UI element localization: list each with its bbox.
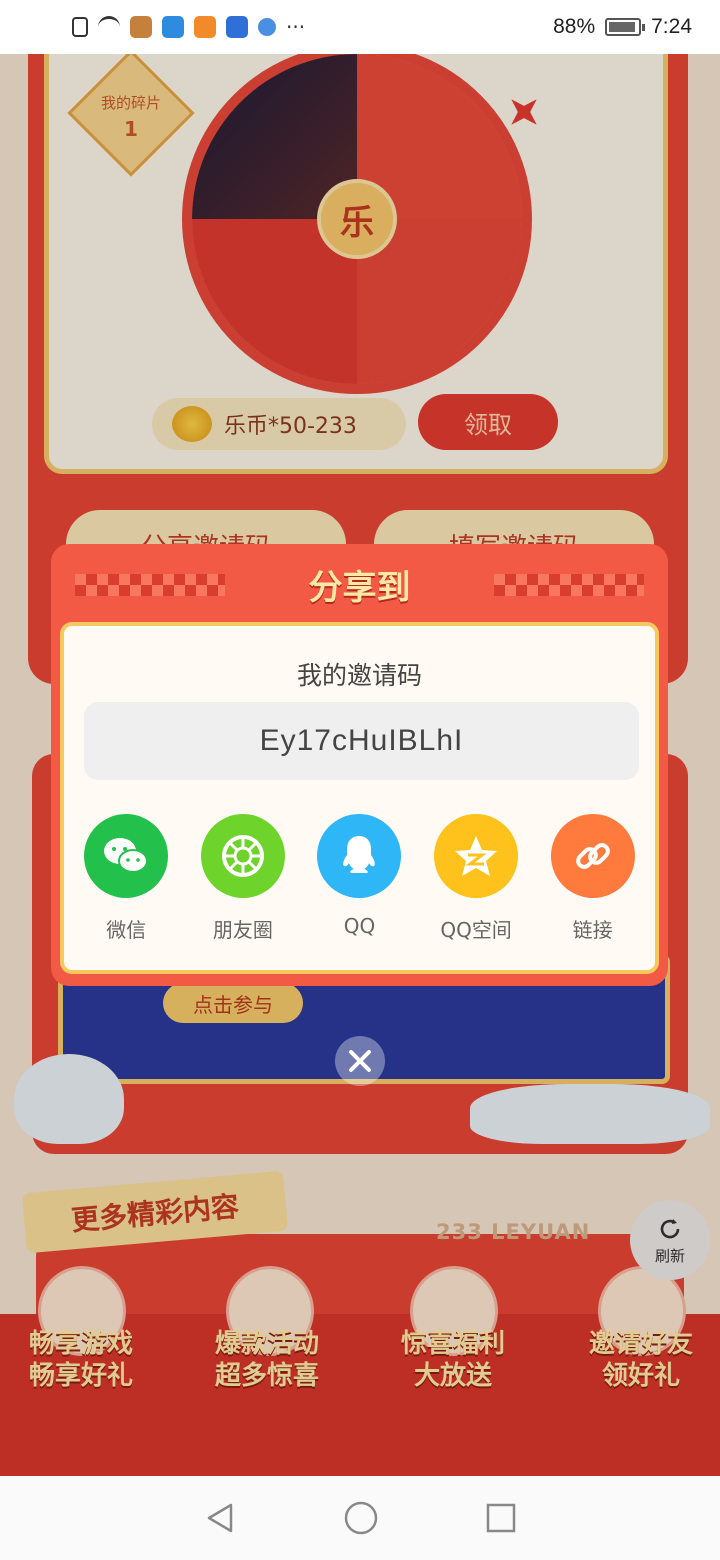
checker-decoration-right <box>494 574 644 596</box>
cloud-app-icon <box>162 16 184 38</box>
checker-decoration-left <box>75 574 225 596</box>
share-label: 链接 <box>572 918 613 942</box>
share-moments-button[interactable]: 朋友圈 <box>193 814 293 943</box>
close-icon <box>349 1050 371 1072</box>
recents-icon[interactable] <box>485 1502 517 1534</box>
share-link-button[interactable]: 链接 <box>543 814 643 943</box>
close-modal-button[interactable] <box>335 1036 385 1086</box>
browser-app-icon <box>258 18 276 36</box>
status-icons: ··· <box>72 15 305 39</box>
home-icon[interactable] <box>343 1500 379 1536</box>
battery-icon <box>605 18 646 36</box>
share-label: 朋友圈 <box>212 918 273 942</box>
share-modal: 分享到 我的邀请码 Ey17cHuIBLhI 微信 朋友圈 QQ QQ空间 链接 <box>51 544 668 986</box>
moments-icon <box>200 814 285 898</box>
shield-app-icon <box>226 16 248 38</box>
share-qq-button[interactable]: QQ <box>309 814 409 943</box>
share-options: 微信 朋友圈 QQ QQ空间 链接 <box>64 814 655 943</box>
invite-code-label: 我的邀请码 <box>296 661 422 690</box>
back-icon[interactable] <box>203 1501 237 1535</box>
more-notifications-icon: ··· <box>286 15 306 39</box>
clock: 7:24 <box>651 15 692 38</box>
modal-header: 分享到 <box>51 544 668 624</box>
wechat-icon <box>84 814 169 898</box>
share-label: QQ空间 <box>440 918 512 942</box>
share-qzone-button[interactable]: QQ空间 <box>426 814 526 943</box>
video-app-icon <box>194 16 216 38</box>
share-wechat-button[interactable]: 微信 <box>76 814 176 943</box>
wifi-icon <box>98 16 120 38</box>
invite-code-field[interactable]: Ey17cHuIBLhI <box>84 702 639 780</box>
battery-percent: 88% <box>553 15 596 38</box>
qq-icon <box>317 814 402 898</box>
status-bar: ··· 88% 7:24 <box>0 0 720 54</box>
share-label: 微信 <box>106 918 147 942</box>
qzone-icon <box>434 814 519 898</box>
modal-body: 我的邀请码 Ey17cHuIBLhI 微信 朋友圈 QQ QQ空间 链接 <box>60 622 659 974</box>
game-app-icon <box>130 16 152 38</box>
modal-title: 分享到 <box>308 567 411 608</box>
link-icon <box>550 814 635 898</box>
system-nav-bar <box>0 1476 720 1560</box>
share-label: QQ <box>343 914 376 938</box>
alert-icon <box>72 17 88 37</box>
